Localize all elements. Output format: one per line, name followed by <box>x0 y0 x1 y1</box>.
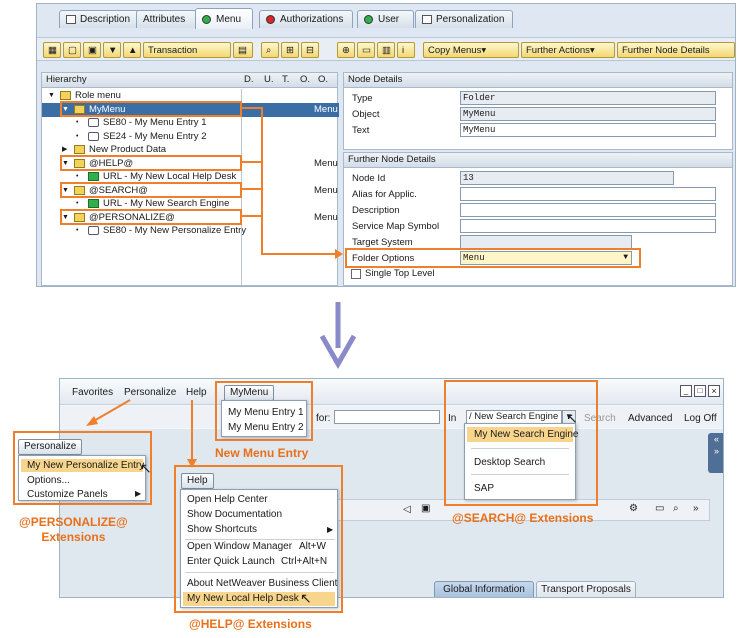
connector-lines <box>242 107 343 259</box>
down-arrow-icon <box>319 302 357 370</box>
callout-arrows <box>86 399 197 468</box>
role-menu-editor: Description Attributes Menu Authorizatio… <box>36 3 736 287</box>
